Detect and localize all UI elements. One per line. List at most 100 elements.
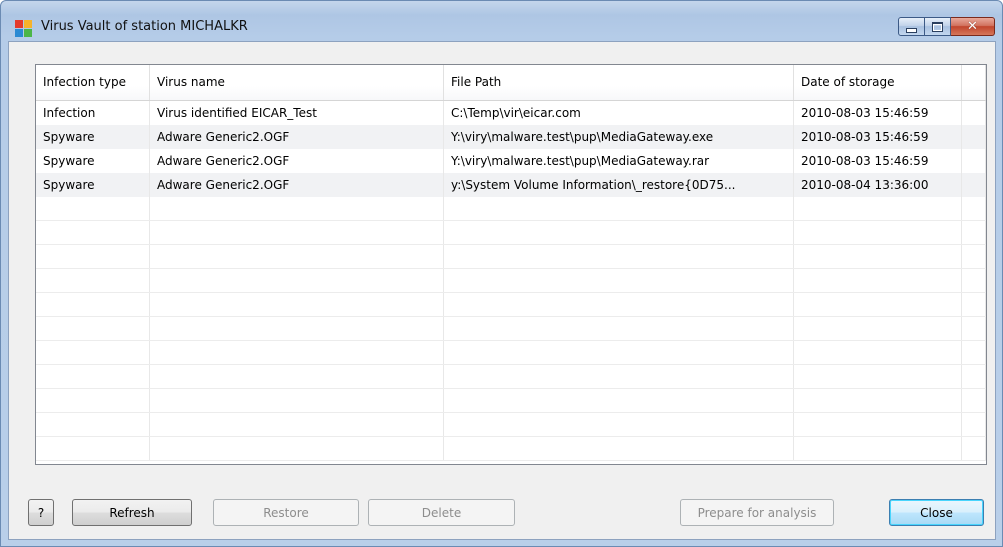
empty-cell (962, 389, 986, 412)
empty-cell (962, 437, 986, 460)
empty-cell (794, 437, 962, 460)
maximize-button[interactable] (925, 17, 951, 36)
close-window-button[interactable]: ✕ (951, 17, 995, 36)
empty-cell (962, 245, 986, 268)
empty-cell (794, 365, 962, 388)
file-path-cell: C:\Temp\vir\eicar.com (444, 101, 794, 125)
empty-cell (962, 221, 986, 244)
empty-cell (36, 389, 150, 412)
empty-cell (444, 221, 794, 244)
empty-cell (444, 413, 794, 436)
empty-cell (150, 197, 444, 220)
empty-cell (36, 269, 150, 292)
empty-cell (444, 269, 794, 292)
empty-row (36, 437, 986, 461)
empty-row (36, 365, 986, 389)
empty-cell (444, 293, 794, 316)
empty-cell (150, 221, 444, 244)
avg-logo-icon (15, 20, 33, 38)
filler-cell (962, 149, 986, 173)
empty-cell (150, 413, 444, 436)
empty-cell (150, 293, 444, 316)
empty-cell (36, 437, 150, 460)
maximize-icon (932, 21, 943, 32)
help-button[interactable]: ? (28, 499, 54, 526)
column-header-date-of-storage[interactable]: Date of storage (794, 65, 962, 100)
infection-type-cell: Spyware (36, 125, 150, 149)
empty-cell (150, 269, 444, 292)
empty-cell (150, 437, 444, 460)
empty-cell (794, 269, 962, 292)
empty-row (36, 341, 986, 365)
table-row[interactable]: Spyware Adware Generic2.OGF Y:\viry\malw… (36, 149, 986, 173)
empty-cell (962, 413, 986, 436)
empty-cell (36, 221, 150, 244)
prepare-for-analysis-button[interactable]: Prepare for analysis (680, 499, 834, 526)
infection-type-cell: Spyware (36, 149, 150, 173)
delete-button[interactable]: Delete (368, 499, 515, 526)
empty-cell (444, 365, 794, 388)
minimize-button[interactable] (898, 17, 925, 36)
file-path-cell: Y:\viry\malware.test\pup\MediaGateway.ra… (444, 149, 794, 173)
empty-row (36, 293, 986, 317)
empty-cell (794, 221, 962, 244)
empty-row (36, 221, 986, 245)
empty-cell (794, 413, 962, 436)
empty-cell (150, 341, 444, 364)
empty-cell (150, 389, 444, 412)
empty-row (36, 269, 986, 293)
empty-cell (794, 317, 962, 340)
table-row[interactable]: Infection Virus identified EICAR_Test C:… (36, 101, 986, 125)
refresh-button[interactable]: Refresh (72, 499, 192, 526)
empty-row (36, 245, 986, 269)
virus-name-cell: Adware Generic2.OGF (150, 125, 444, 149)
empty-cell (444, 389, 794, 412)
column-header-file-path[interactable]: File Path (444, 65, 794, 100)
empty-cell (444, 197, 794, 220)
date-cell: 2010-08-03 15:46:59 (794, 101, 962, 125)
empty-cell (962, 341, 986, 364)
empty-row (36, 197, 986, 221)
file-path-cell: Y:\viry\malware.test\pup\MediaGateway.ex… (444, 125, 794, 149)
list-rows: Infection Virus identified EICAR_Test C:… (36, 101, 986, 461)
empty-cell (150, 317, 444, 340)
virus-list[interactable]: Infection type Virus name File Path Date… (35, 64, 987, 465)
restore-button[interactable]: Restore (213, 499, 359, 526)
empty-cell (36, 365, 150, 388)
empty-rows (36, 197, 986, 461)
empty-cell (794, 197, 962, 220)
table-row[interactable]: Spyware Adware Generic2.OGF Y:\viry\malw… (36, 125, 986, 149)
empty-cell (150, 365, 444, 388)
date-cell: 2010-08-03 15:46:59 (794, 149, 962, 173)
close-button[interactable]: Close (889, 499, 984, 526)
filler-cell (962, 101, 986, 125)
empty-cell (794, 293, 962, 316)
date-cell: 2010-08-04 13:36:00 (794, 173, 962, 197)
infection-type-cell: Infection (36, 101, 150, 125)
filler-cell (962, 125, 986, 149)
empty-cell (962, 365, 986, 388)
virus-vault-window: Virus Vault of station MICHALKR ✕ Infect… (0, 0, 1003, 547)
title-bar[interactable]: Virus Vault of station MICHALKR ✕ (1, 1, 1002, 41)
empty-cell (36, 197, 150, 220)
dialog-client-area: Infection type Virus name File Path Date… (8, 41, 996, 540)
empty-cell (150, 245, 444, 268)
empty-cell (962, 269, 986, 292)
column-header-infection-type[interactable]: Infection type (36, 65, 150, 100)
virus-name-cell: Adware Generic2.OGF (150, 149, 444, 173)
table-row[interactable]: Spyware Adware Generic2.OGF y:\System Vo… (36, 173, 986, 197)
filler-cell (962, 173, 986, 197)
empty-cell (794, 389, 962, 412)
virus-name-cell: Adware Generic2.OGF (150, 173, 444, 197)
empty-cell (444, 245, 794, 268)
empty-cell (794, 341, 962, 364)
empty-cell (962, 293, 986, 316)
empty-row (36, 389, 986, 413)
empty-cell (36, 413, 150, 436)
column-header-virus-name[interactable]: Virus name (150, 65, 444, 100)
list-header: Infection type Virus name File Path Date… (36, 65, 986, 101)
empty-cell (794, 245, 962, 268)
empty-cell (36, 245, 150, 268)
date-cell: 2010-08-03 15:46:59 (794, 125, 962, 149)
empty-cell (36, 341, 150, 364)
